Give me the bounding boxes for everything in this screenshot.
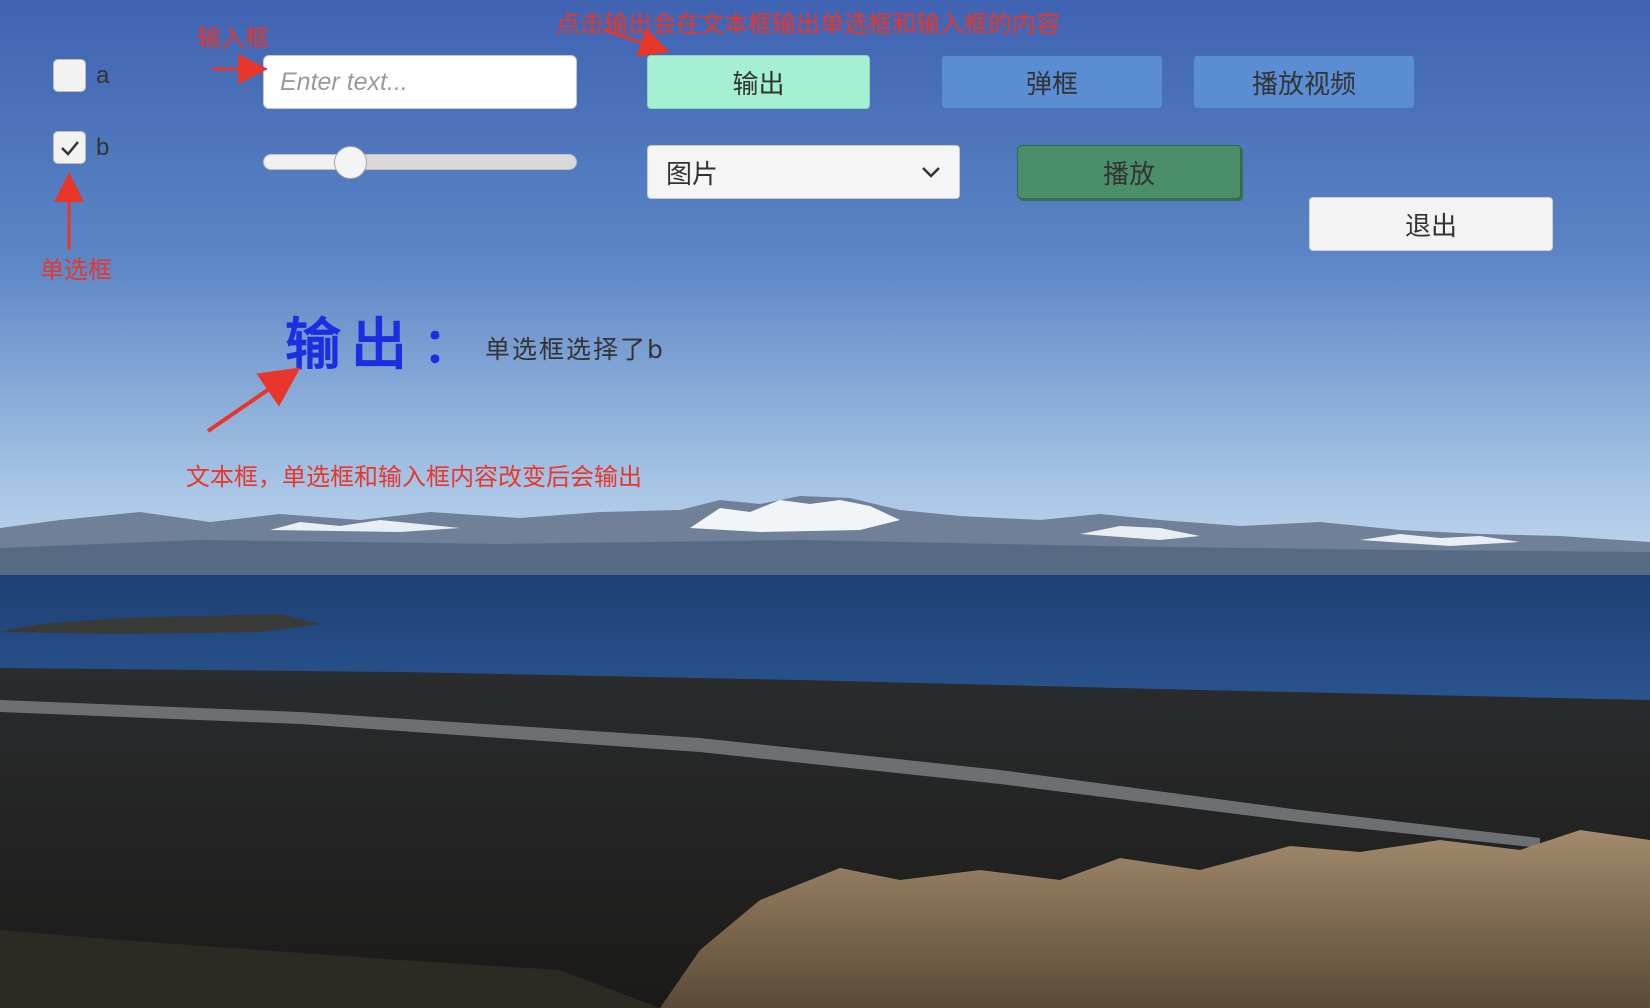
output-button-label: 输出 xyxy=(732,69,785,100)
checkbox-b[interactable] xyxy=(53,131,86,164)
exit-button-label: 退出 xyxy=(1404,211,1457,242)
popup-button-label: 弹框 xyxy=(1025,69,1078,100)
slider-track[interactable] xyxy=(263,146,577,179)
chevron-down-icon xyxy=(922,167,940,178)
dropdown-selected-value: 图片 xyxy=(666,159,719,190)
output-value-text: 单选框选择了b xyxy=(485,334,665,364)
output-label: 输出 xyxy=(285,313,417,378)
play-button[interactable]: 播放 xyxy=(1017,145,1241,199)
annotation-input-box: 输入框 xyxy=(197,24,269,52)
text-input[interactable] xyxy=(263,55,577,109)
output-text-panel: 输出 ： 单选框选择了b xyxy=(285,300,665,381)
annotation-text-box-hint: 文本框，单选框和输入框内容改变后会输出 xyxy=(186,463,642,491)
exit-button[interactable]: 退出 xyxy=(1309,197,1553,251)
output-colon: ： xyxy=(423,317,482,374)
play-video-button[interactable]: 播放视频 xyxy=(1193,55,1415,109)
checkmark-icon xyxy=(60,140,79,156)
toggle-b-label: b xyxy=(96,133,110,161)
play-video-button-label: 播放视频 xyxy=(1251,69,1356,100)
toggle-a-label: a xyxy=(96,61,110,89)
popup-button[interactable]: 弹框 xyxy=(941,55,1163,109)
toggle-a[interactable]: a xyxy=(53,59,109,92)
checkbox-a[interactable] xyxy=(53,59,86,92)
media-type-dropdown[interactable]: 图片 xyxy=(647,145,960,199)
toggle-b[interactable]: b xyxy=(53,131,109,164)
output-button[interactable]: 输出 xyxy=(647,55,870,109)
play-button-label: 播放 xyxy=(1102,159,1155,190)
annotation-radio-box: 单选框 xyxy=(40,256,112,284)
annotation-output-button-hint: 点击输出会在文本框输出单选框和输入框的内容 xyxy=(556,10,1060,38)
